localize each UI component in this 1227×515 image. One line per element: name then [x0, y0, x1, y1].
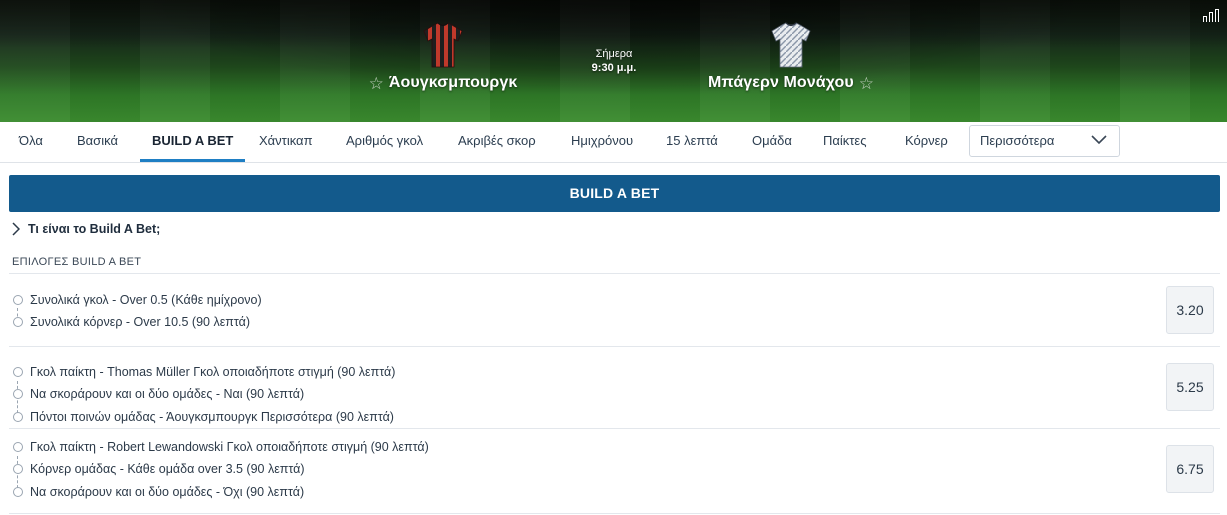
away-team: Μπάγερν Μονάχου ☆	[706, 22, 876, 92]
tab-players[interactable]: Παίκτες	[823, 122, 867, 162]
section-title: ΕΠΙΛΟΓΕΣ BUILD A BET	[12, 256, 142, 268]
tab-handicap[interactable]: Χάντικαπ	[259, 122, 313, 162]
tab-build-a-bet[interactable]: BUILD A BET	[140, 122, 246, 162]
market-tabs: Όλα Βασικά BUILD A BET Χάντικαπ Αριθμός …	[0, 122, 1227, 163]
chevron-right-icon	[12, 222, 20, 236]
odds-button[interactable]: 5.25	[1166, 363, 1214, 411]
bet-selection: Να σκοράρουν και οι δύο ομάδες - Ναι (90…	[13, 386, 304, 402]
selection-circle-icon	[13, 389, 23, 399]
tab-goal-count[interactable]: Αριθμός γκολ	[346, 122, 423, 162]
bet-selection: Συνολικά γκολ - Over 0.5 (Κάθε ημίχρονο)	[13, 292, 262, 308]
tab-correct-score[interactable]: Ακριβές σκορ	[458, 122, 536, 162]
bet-selection: Γκολ παίκτη - Robert Lewandowski Γκολ οπ…	[13, 439, 429, 455]
tab-team[interactable]: Ομάδα	[752, 122, 792, 162]
info-toggle-label: Τι είναι το Build A Bet;	[28, 222, 161, 236]
match-kickoff-time: 9:30 μ.μ.	[591, 62, 637, 74]
selection-circle-icon	[13, 295, 23, 305]
bet-selection: Πόντοι ποινών ομάδας - Άουγκσμπουργκ Περ…	[13, 409, 394, 425]
build-a-bet-info-toggle[interactable]: Τι είναι το Build A Bet;	[12, 220, 160, 238]
selection-text: Συνολικά γκολ - Over 0.5 (Κάθε ημίχρονο)	[30, 293, 262, 307]
tab-half-time[interactable]: Ημιχρόνου	[571, 122, 633, 162]
selection-text: Να σκοράρουν και οι δύο ομάδες - Όχι (90…	[30, 485, 305, 499]
bet-selection: Κόρνερ ομάδας - Κάθε ομάδα over 3.5 (90 …	[13, 461, 305, 477]
selection-text: Γκολ παίκτη - Thomas Müller Γκολ οποιαδή…	[30, 365, 396, 379]
match-time: Σήμερα 9:30 μ.μ.	[580, 47, 648, 75]
selection-circle-icon	[13, 367, 23, 377]
tab-all[interactable]: Όλα	[19, 122, 43, 162]
away-team-name: Μπάγερν Μονάχου	[707, 74, 854, 91]
match-header-banner: ☆ Άουγκσμπουργκ Σήμερα 9:30 μ.μ. Μπάγερν…	[0, 0, 1227, 122]
selection-text: Κόρνερ ομάδας - Κάθε ομάδα over 3.5 (90 …	[30, 462, 305, 476]
selection-circle-icon	[13, 412, 23, 422]
more-markets-dropdown[interactable]: Περισσότερα	[969, 125, 1120, 157]
selection-circle-icon	[13, 317, 23, 327]
selection-text: Συνολικά κόρνερ - Over 10.5 (90 λεπτά)	[30, 315, 251, 329]
selection-text: Γκολ παίκτη - Robert Lewandowski Γκολ οπ…	[30, 440, 429, 454]
match-day: Σήμερα	[595, 48, 633, 60]
more-markets-label: Περισσότερα	[980, 133, 1055, 148]
build-a-bet-header: BUILD A BET	[9, 175, 1220, 212]
chevron-down-icon	[1091, 135, 1107, 145]
odds-button[interactable]: 3.20	[1166, 286, 1214, 334]
selection-circle-icon	[13, 442, 23, 452]
tab-corners[interactable]: Κόρνερ	[905, 122, 948, 162]
bet-selection: Να σκοράρουν και οι δύο ομάδες - Όχι (90…	[13, 484, 304, 500]
selection-text: Πόντοι ποινών ομάδας - Άουγκσμπουργκ Περ…	[30, 410, 394, 424]
home-team: ☆ Άουγκσμπουργκ	[368, 22, 518, 92]
bet-combo-row: Συνολικά γκολ - Over 0.5 (Κάθε ημίχρονο)…	[9, 274, 1220, 347]
favorite-star-icon[interactable]: ☆	[859, 75, 874, 92]
stats-icon[interactable]	[1203, 8, 1221, 22]
odds-button[interactable]: 6.75	[1166, 445, 1214, 493]
bet-selection: Συνολικά κόρνερ - Over 10.5 (90 λεπτά)	[13, 314, 250, 330]
tab-15-minutes[interactable]: 15 λεπτά	[666, 122, 718, 162]
home-team-name: Άουγκσμπουργκ	[388, 74, 518, 91]
selection-text: Να σκοράρουν και οι δύο ομάδες - Ναι (90…	[30, 387, 305, 401]
away-jersey-icon	[771, 22, 811, 68]
favorite-star-icon[interactable]: ☆	[369, 75, 384, 92]
home-jersey-icon	[423, 22, 463, 68]
tab-main[interactable]: Βασικά	[77, 122, 118, 162]
selection-circle-icon	[13, 464, 23, 474]
bet-combo-row: Γκολ παίκτη - Robert Lewandowski Γκολ οπ…	[9, 429, 1220, 514]
build-a-bet-list: Συνολικά γκολ - Over 0.5 (Κάθε ημίχρονο)…	[9, 273, 1220, 514]
selection-circle-icon	[13, 487, 23, 497]
bet-selection: Γκολ παίκτη - Thomas Müller Γκολ οποιαδή…	[13, 364, 395, 380]
bet-combo-row: Γκολ παίκτη - Thomas Müller Γκολ οποιαδή…	[9, 347, 1220, 429]
